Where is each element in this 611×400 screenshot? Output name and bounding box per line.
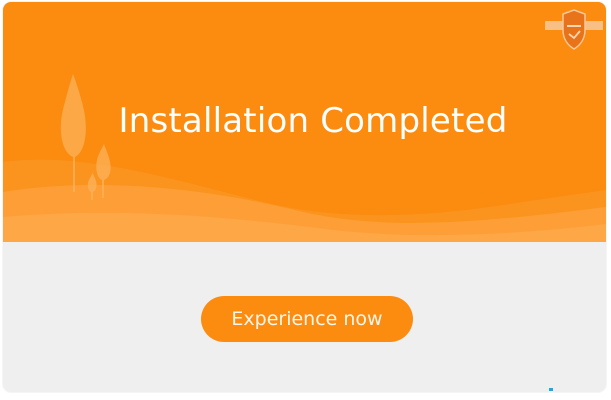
- experience-now-button[interactable]: Experience now: [201, 296, 413, 342]
- page-title: Installation Completed: [118, 101, 508, 141]
- header-banner: Installation Completed: [3, 2, 606, 242]
- installer-window: Installation Completed Experience now: [3, 2, 606, 392]
- corner-mark: [549, 388, 553, 391]
- shield-logo-icon: [545, 9, 603, 50]
